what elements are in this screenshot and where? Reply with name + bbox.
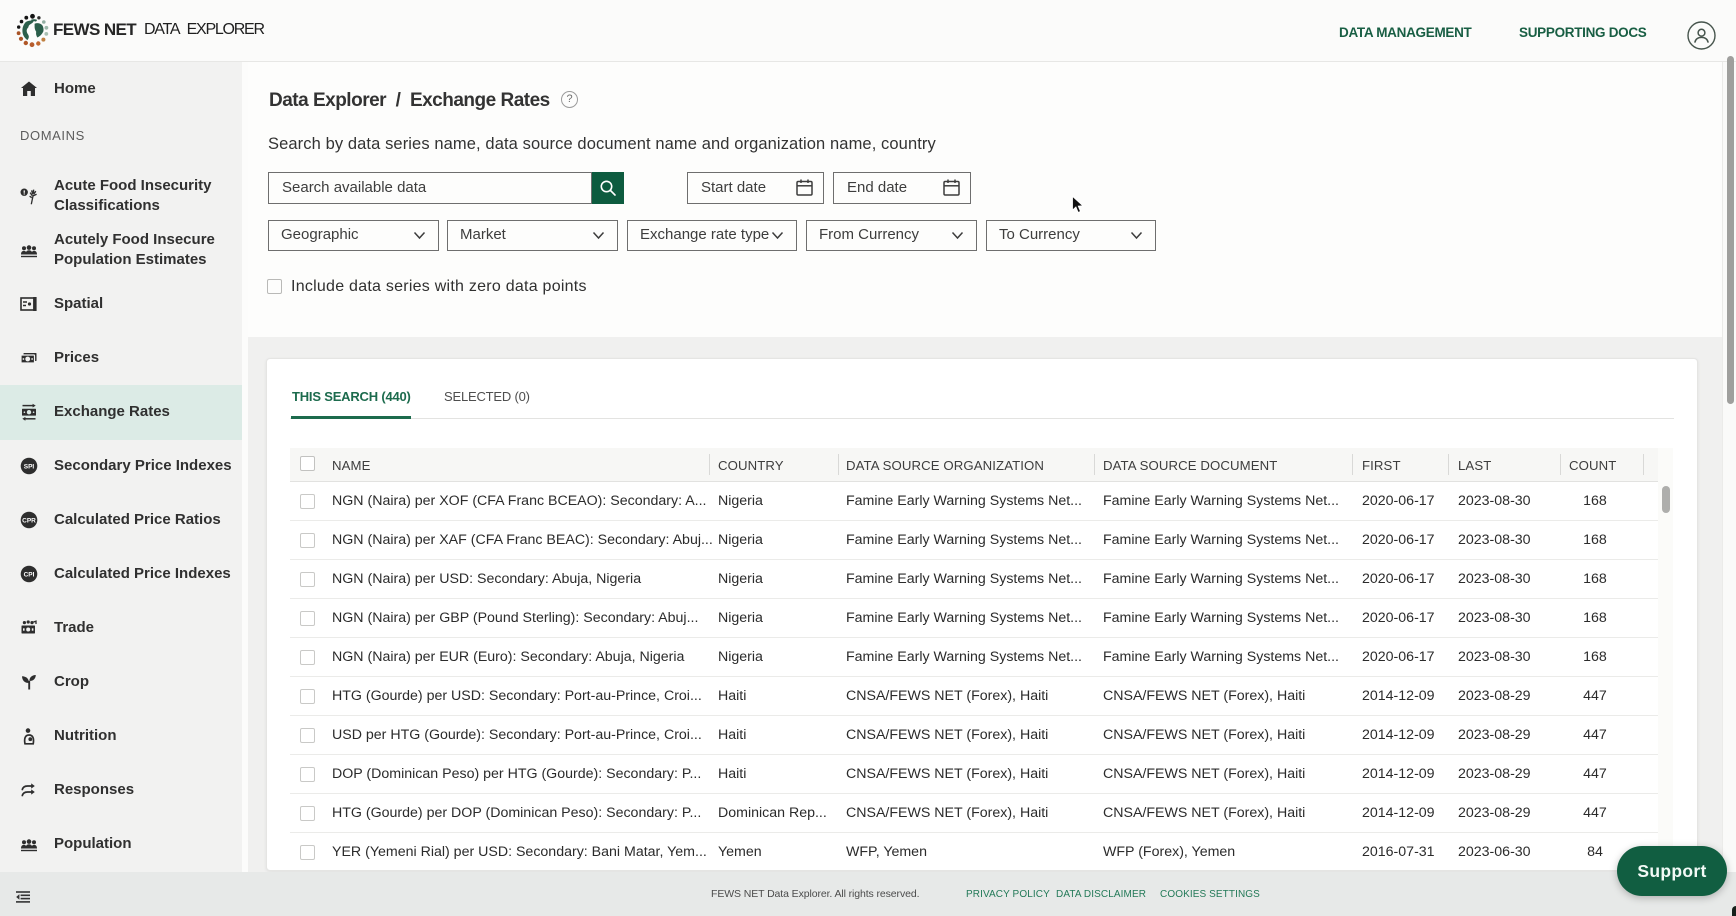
- svg-text:CPR: CPR: [22, 517, 36, 524]
- svg-text:CPI: CPI: [24, 571, 35, 578]
- svg-text:SPI: SPI: [24, 463, 35, 470]
